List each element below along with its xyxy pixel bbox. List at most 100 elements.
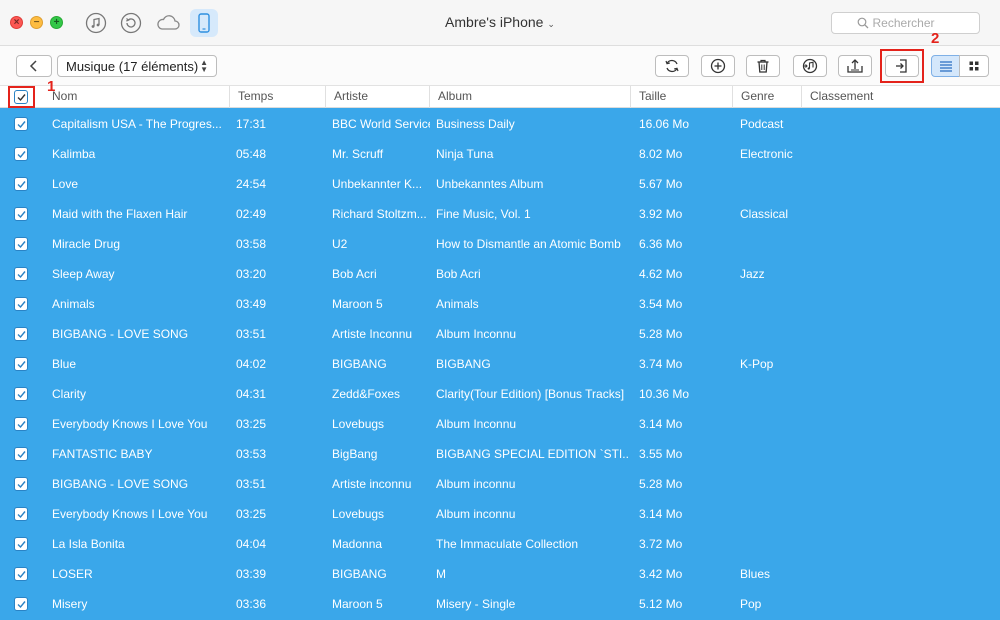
song-time: 03:49	[236, 297, 267, 311]
category-select[interactable]: Musique (17 éléments) ▲ ▼	[57, 55, 217, 77]
row-checkbox[interactable]	[14, 507, 28, 521]
table-row[interactable]: Kalimba 05:48 Mr. Scruff Ninja Tuna 8.02 Mo E…	[0, 138, 1000, 168]
row-checkbox[interactable]	[14, 327, 28, 341]
song-artist: Mr. Scruff	[332, 147, 384, 161]
song-album: How to Dismantle an Atomic Bomb	[436, 237, 621, 251]
row-checkbox[interactable]	[14, 357, 28, 371]
song-genre	[740, 228, 800, 258]
song-rating	[810, 498, 990, 528]
row-checkbox[interactable]	[14, 477, 28, 491]
column-header-album[interactable]: Album	[429, 86, 630, 108]
checkmark-icon	[17, 571, 26, 579]
table-row[interactable]: FANTASTIC BABY 03:53 BigBang BIGBANG SPECIA…	[0, 438, 1000, 468]
iphone-device-button[interactable]	[190, 9, 218, 37]
table-row[interactable]: La Isla Bonita 04:04 Madonna The Immaculate…	[0, 528, 1000, 558]
checkmark-icon	[17, 121, 26, 129]
up-down-arrows-icon: ▲ ▼	[200, 58, 208, 74]
column-header-size[interactable]: Taille	[630, 86, 732, 108]
song-genre: K-Pop	[740, 357, 774, 371]
song-genre: Classical	[740, 207, 789, 221]
song-size: 3.14 Mo	[639, 507, 683, 521]
song-album: The Immaculate Collection	[436, 537, 579, 551]
table-row[interactable]: Sleep Away 03:20 Bob Acri Bob Acri 4.62 Mo Ja…	[0, 258, 1000, 288]
add-button[interactable]	[701, 55, 735, 77]
cloud-icon	[157, 15, 180, 30]
row-checkbox[interactable]	[14, 417, 28, 431]
search-input[interactable]	[872, 16, 955, 30]
song-artist: BigBang	[332, 447, 378, 461]
table-row[interactable]: Everybody Knows I Love You 03:25 Lovebugs A…	[0, 498, 1000, 528]
device-name: Ambre's iPhone	[445, 14, 544, 30]
song-time: 04:04	[236, 537, 267, 551]
table-header: Nom Temps Artiste Album Taille Genre Cla…	[0, 86, 1000, 108]
song-album: Unbekanntes Album	[436, 177, 544, 191]
checkmark-icon	[17, 481, 26, 489]
table-row[interactable]: Blue 04:02 BIGBANG BIGBANG 3.74 Mo K-Pop	[0, 348, 1000, 378]
table-row[interactable]: Clarity 04:31 Zedd&Foxes Clarity(Tour Editi…	[0, 378, 1000, 408]
song-album: BIGBANG	[436, 357, 491, 371]
column-header-rating[interactable]: Classement	[801, 86, 1000, 108]
song-rating	[810, 348, 990, 378]
song-size: 5.28 Mo	[639, 477, 683, 491]
row-checkbox[interactable]	[14, 387, 28, 401]
song-artist: BIGBANG	[332, 567, 387, 581]
song-genre: Podcast	[740, 117, 784, 131]
itunes-library-button[interactable]	[82, 9, 110, 37]
row-checkbox[interactable]	[14, 447, 28, 461]
song-time: 02:49	[236, 207, 267, 221]
song-time: 17:31	[236, 117, 267, 131]
column-header-name[interactable]: Nom	[44, 86, 229, 108]
icloud-button[interactable]	[154, 9, 182, 37]
send-to-computer-button[interactable]	[838, 55, 872, 77]
minimize-window-button[interactable]: −	[30, 16, 43, 29]
row-checkbox[interactable]	[14, 177, 28, 191]
row-checkbox[interactable]	[14, 537, 28, 551]
song-size: 3.55 Mo	[639, 447, 683, 461]
search-box[interactable]	[831, 12, 980, 34]
song-name: Misery	[52, 597, 88, 611]
song-artist: Artiste inconnu	[332, 477, 412, 491]
close-window-button[interactable]: ×	[10, 16, 23, 29]
zoom-window-button[interactable]: +	[50, 16, 63, 29]
row-checkbox[interactable]	[14, 147, 28, 161]
backup-restore-button[interactable]	[117, 9, 145, 37]
song-size: 3.74 Mo	[639, 357, 683, 371]
send-to-itunes-button[interactable]	[793, 55, 827, 77]
song-name: Maid with the Flaxen Hair	[52, 207, 188, 221]
table-row[interactable]: Misery 03:36 Maroon 5 Misery - Single 5.12 M…	[0, 588, 1000, 618]
grid-view-button[interactable]	[959, 55, 989, 77]
checkmark-icon	[17, 331, 26, 339]
list-view-button[interactable]	[931, 55, 960, 77]
table-row[interactable]: BIGBANG - LOVE SONG 03:51 Artiste inconnu A…	[0, 468, 1000, 498]
column-header-artist[interactable]: Artiste	[325, 86, 429, 108]
table-row[interactable]: Animals 03:49 Maroon 5 Animals 3.54 Mo	[0, 288, 1000, 318]
song-artist: Richard Stoltzm...	[332, 207, 427, 221]
delete-button[interactable]	[746, 55, 780, 77]
back-button[interactable]	[16, 55, 52, 77]
song-artist: Unbekannter K...	[332, 177, 423, 191]
row-checkbox[interactable]	[14, 267, 28, 281]
table-row[interactable]: BIGBANG - LOVE SONG 03:51 Artiste Inconnu A…	[0, 318, 1000, 348]
song-time: 03:51	[236, 477, 267, 491]
checkmark-icon	[17, 601, 26, 609]
row-checkbox[interactable]	[14, 597, 28, 611]
row-checkbox[interactable]	[14, 237, 28, 251]
table-row[interactable]: LOSER 03:39 BIGBANG M 3.42 Mo Blues	[0, 558, 1000, 588]
table-row[interactable]: Maid with the Flaxen Hair 02:49 Richard St…	[0, 198, 1000, 228]
song-rating	[810, 108, 990, 138]
table-row[interactable]: Everybody Knows I Love You 03:25 Lovebugs A…	[0, 408, 1000, 438]
row-checkbox[interactable]	[14, 117, 28, 131]
table-row[interactable]: Capitalism USA - The Progres... 17:31 BBC …	[0, 108, 1000, 138]
row-checkbox[interactable]	[14, 567, 28, 581]
song-rating	[810, 558, 990, 588]
row-checkbox[interactable]	[14, 207, 28, 221]
song-rating	[810, 258, 990, 288]
column-header-time[interactable]: Temps	[229, 86, 325, 108]
refresh-button[interactable]	[655, 55, 689, 77]
column-header-genre[interactable]: Genre	[732, 86, 801, 108]
title-bar: × − + Ambre's iPhone ⌄	[0, 0, 1000, 46]
row-checkbox[interactable]	[14, 297, 28, 311]
delete-icon	[757, 59, 769, 73]
table-row[interactable]: Miracle Drug 03:58 U2 How to Dismantle an A…	[0, 228, 1000, 258]
table-row[interactable]: Love 24:54 Unbekannter K... Unbekanntes Alb…	[0, 168, 1000, 198]
